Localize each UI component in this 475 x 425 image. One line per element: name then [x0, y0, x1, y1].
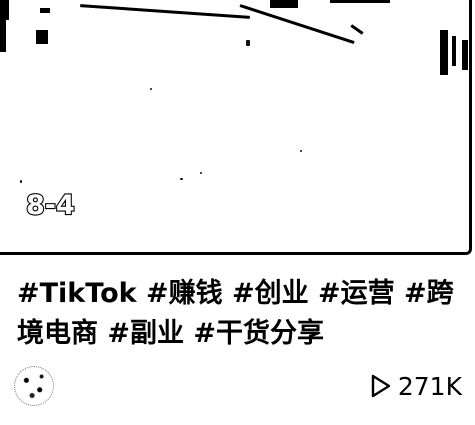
thumbnail-fragment	[239, 4, 355, 45]
thumbnail-fragment	[350, 24, 364, 35]
thumbnail-speck	[150, 88, 152, 90]
video-thumbnail[interactable]: 8-4	[0, 0, 472, 255]
video-card[interactable]: 8-4 #TikTok #赚钱 #创业 #运营 #跨境电商 #副业 #干货分享 …	[0, 0, 475, 425]
author-row: 271K	[14, 364, 464, 408]
thumbnail-fragment	[270, 0, 298, 8]
view-count: 271K	[397, 371, 462, 401]
video-caption[interactable]: #TikTok #赚钱 #创业 #运营 #跨境电商 #副业 #干货分享	[17, 274, 457, 354]
thumbnail-speck	[20, 180, 22, 183]
thumbnail-fragment	[40, 8, 50, 13]
thumbnail-fragment	[330, 0, 390, 3]
thumbnail-speck	[300, 150, 302, 152]
author-avatar[interactable]	[14, 366, 54, 406]
thumbnail-fragment	[80, 4, 250, 19]
view-count-group: 271K	[370, 368, 462, 404]
play-outline-icon	[371, 374, 391, 398]
thumbnail-fragment	[6, 0, 9, 20]
thumbnail-speck	[246, 40, 250, 46]
thumbnail-fragment	[462, 40, 468, 70]
thumbnail-fragment	[452, 36, 456, 66]
thumbnail-speck	[180, 178, 183, 180]
series-episode-label: 8-4	[25, 190, 76, 221]
thumbnail-fragment	[36, 30, 48, 44]
thumbnail-speck	[200, 172, 202, 174]
thumbnail-fragment	[440, 30, 448, 75]
